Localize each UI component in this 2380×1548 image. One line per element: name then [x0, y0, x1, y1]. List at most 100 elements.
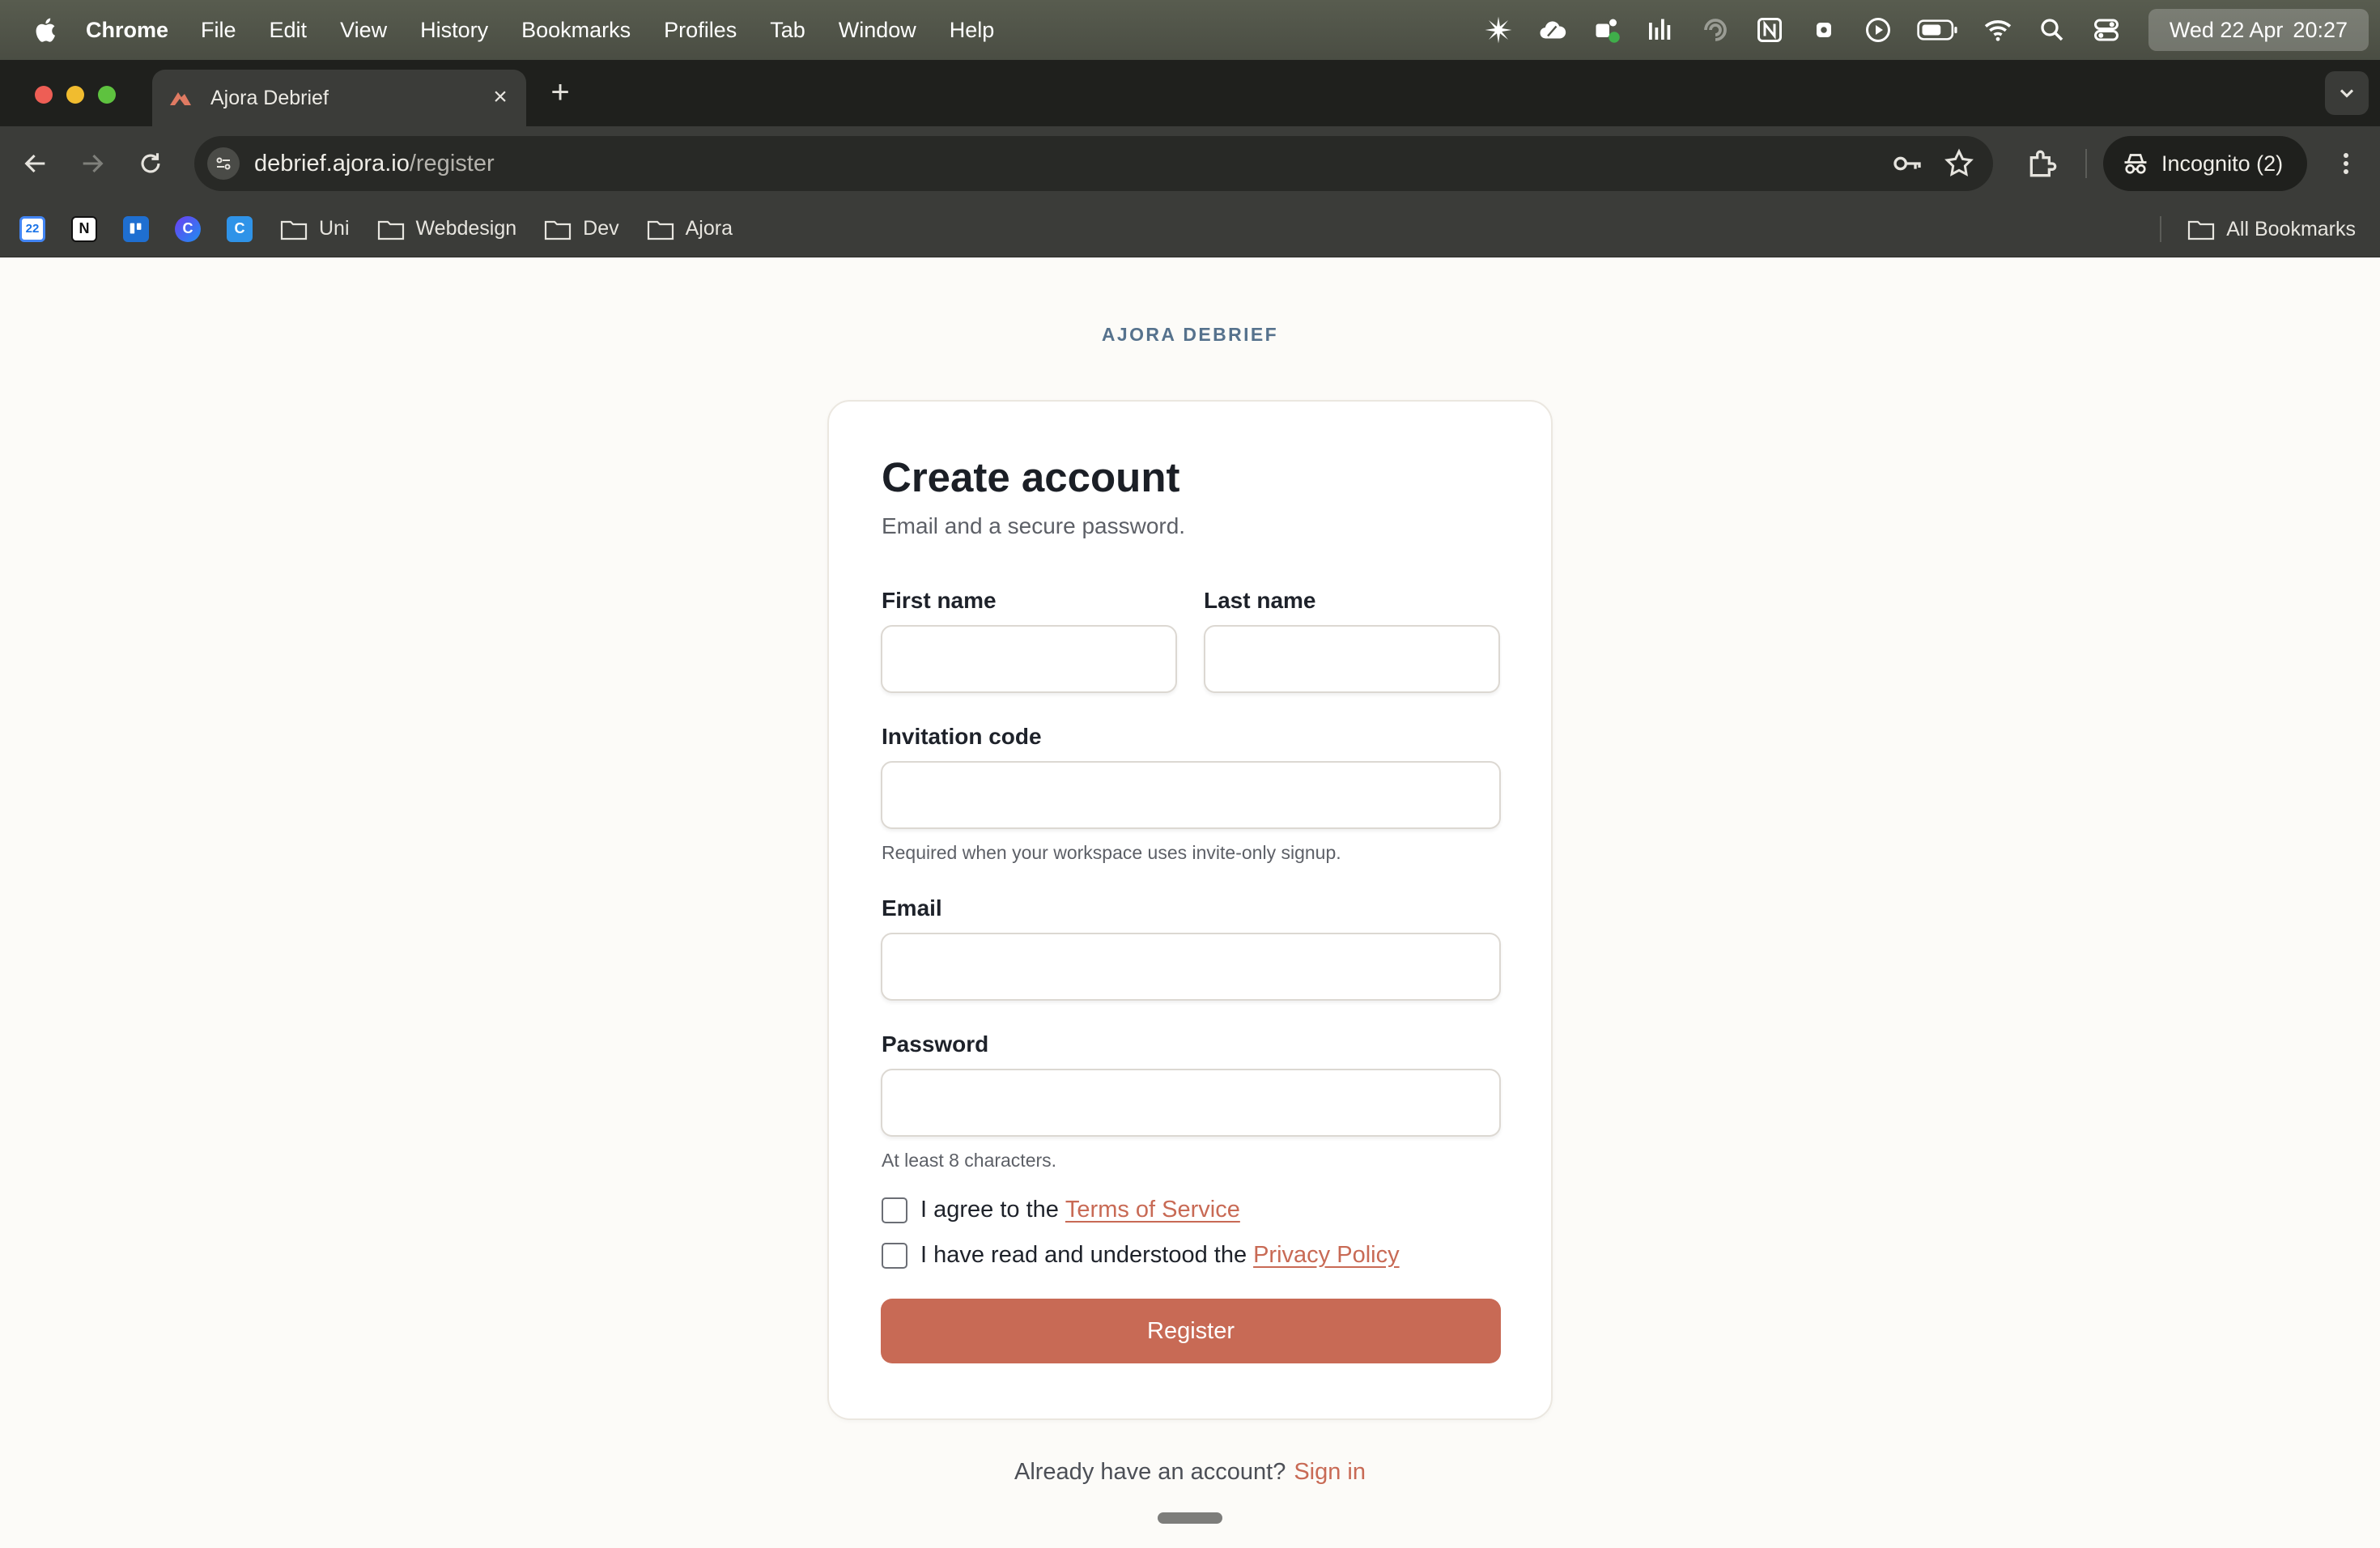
- more-vertical-icon: [2344, 153, 2348, 174]
- last-name-input[interactable]: [1204, 625, 1500, 693]
- toolbar-divider: [2085, 149, 2087, 178]
- address-bar[interactable]: debrief.ajora.io/register: [194, 136, 1993, 191]
- privacy-checkbox[interactable]: [882, 1242, 907, 1269]
- incognito-label: Incognito (2): [2161, 151, 2284, 176]
- folder-icon: [647, 220, 674, 240]
- spotlight-search-icon[interactable]: [2035, 15, 2069, 45]
- tab-search-button[interactable]: [2325, 71, 2369, 115]
- apple-logo-icon[interactable]: [32, 16, 57, 44]
- bookmark-folder-label: Ajora: [685, 217, 733, 240]
- window-zoom-button[interactable]: [98, 86, 116, 104]
- register-button[interactable]: Register: [881, 1299, 1501, 1363]
- ajora-favicon-icon: [170, 92, 191, 105]
- bookmark-folder-dev[interactable]: Dev: [544, 217, 619, 240]
- cloud-icon[interactable]: [1536, 15, 1570, 45]
- tab-close-icon[interactable]: ×: [489, 85, 512, 109]
- bookmark-notion-icon[interactable]: N: [71, 215, 97, 242]
- terms-checkbox[interactable]: [882, 1197, 907, 1223]
- menu-clock[interactable]: Wed 22 Apr 20:27: [2148, 9, 2369, 51]
- chevron-down-icon: [2340, 89, 2354, 98]
- forward-button[interactable]: [74, 146, 110, 181]
- folder-icon: [545, 220, 572, 240]
- signin-row: Already have an account? Sign in: [0, 1459, 2380, 1486]
- privacy-row: I have read and understood the Privacy P…: [882, 1242, 1400, 1269]
- menu-edit[interactable]: Edit: [270, 18, 308, 43]
- bookmark-folder-uni[interactable]: Uni: [280, 217, 350, 240]
- bookmarks-divider: [2160, 216, 2162, 242]
- first-name-label: First name: [882, 588, 997, 613]
- invitation-code-hint: Required when your workspace uses invite…: [882, 842, 1341, 863]
- chrome-menu-button[interactable]: [2331, 146, 2361, 181]
- new-tab-button[interactable]: +: [544, 76, 576, 108]
- url-host: debrief.ajora.io: [254, 150, 410, 176]
- email-label: Email: [882, 895, 942, 921]
- menu-history[interactable]: History: [420, 18, 488, 43]
- menu-file[interactable]: File: [201, 18, 236, 43]
- url-text[interactable]: debrief.ajora.io/register: [254, 151, 495, 177]
- window-minimize-button[interactable]: [66, 86, 84, 104]
- bookmark-canva-icon[interactable]: C: [227, 215, 253, 242]
- menu-bookmarks[interactable]: Bookmarks: [521, 18, 631, 43]
- menu-profiles[interactable]: Profiles: [664, 18, 737, 43]
- record-icon[interactable]: [1807, 15, 1841, 45]
- url-path: /register: [409, 150, 495, 176]
- menu-app-name[interactable]: Chrome: [86, 18, 168, 43]
- back-button[interactable]: [18, 146, 53, 181]
- invitation-code-label: Invitation code: [882, 724, 1042, 749]
- bookmark-star-icon[interactable]: [1943, 147, 1975, 180]
- folder-icon: [280, 220, 308, 240]
- bookmark-folder-label: Uni: [319, 217, 350, 240]
- reload-icon: [141, 153, 160, 173]
- privacy-text: I have read and understood the: [920, 1242, 1247, 1268]
- menu-tab[interactable]: Tab: [770, 18, 805, 43]
- bookmark-folder-ajora[interactable]: Ajora: [647, 217, 733, 240]
- site-settings-icon[interactable]: [207, 147, 240, 180]
- signin-link[interactable]: Sign in: [1294, 1459, 1366, 1485]
- all-bookmarks-button[interactable]: All Bookmarks: [2187, 218, 2356, 241]
- incognito-profile-button[interactable]: Incognito (2): [2103, 136, 2307, 191]
- audio-levels-icon[interactable]: [1644, 15, 1678, 45]
- password-key-icon[interactable]: [1891, 147, 1923, 180]
- menu-help[interactable]: Help: [950, 18, 995, 43]
- terms-text: I agree to the: [920, 1197, 1059, 1223]
- bookmark-folder-webdesign[interactable]: Webdesign: [377, 217, 517, 240]
- bookmark-c-app-icon[interactable]: C: [175, 215, 201, 242]
- terms-of-service-link[interactable]: Terms of Service: [1065, 1197, 1240, 1223]
- incognito-icon: [2124, 154, 2147, 174]
- arc-progress-icon[interactable]: [1698, 15, 1732, 45]
- bookmark-calendar-icon[interactable]: 22: [19, 215, 45, 242]
- menu-window[interactable]: Window: [839, 18, 916, 43]
- bookmark-trello-icon[interactable]: [123, 215, 149, 242]
- sparkle-icon[interactable]: [1481, 15, 1515, 45]
- password-label: Password: [882, 1031, 989, 1057]
- scroll-indicator[interactable]: [1158, 1512, 1222, 1524]
- teams-icon[interactable]: [1590, 15, 1624, 45]
- bookmark-folder-label: Webdesign: [415, 217, 517, 240]
- control-center-icon[interactable]: [2089, 15, 2123, 45]
- email-input[interactable]: [881, 933, 1501, 1001]
- battery-icon[interactable]: [1915, 15, 1961, 45]
- arrow-left-icon: [24, 154, 45, 173]
- page-title: Create account: [882, 454, 1180, 500]
- macos-menu-bar: Chrome File Edit View History Bookmarks …: [0, 0, 2380, 60]
- extensions-puzzle-icon[interactable]: [2025, 146, 2061, 181]
- browser-tab-active[interactable]: Ajora Debrief ×: [152, 70, 526, 126]
- tab-title: Ajora Debrief: [210, 86, 329, 109]
- play-icon[interactable]: [1861, 15, 1895, 45]
- signin-prompt: Already have an account?: [1014, 1459, 1286, 1485]
- password-hint: At least 8 characters.: [882, 1150, 1057, 1171]
- password-input[interactable]: [881, 1069, 1501, 1137]
- privacy-policy-link[interactable]: Privacy Policy: [1253, 1242, 1400, 1269]
- clock-date: Wed 22 Apr: [2169, 17, 2284, 42]
- register-card: Create account Email and a secure passwo…: [827, 400, 1553, 1420]
- folder-icon: [2188, 220, 2215, 240]
- notion-status-icon[interactable]: [1753, 15, 1787, 45]
- reload-button[interactable]: [133, 146, 168, 181]
- bookmark-folder-label: Dev: [583, 217, 619, 240]
- menu-view[interactable]: View: [340, 18, 387, 43]
- first-name-input[interactable]: [881, 625, 1177, 693]
- wifi-icon[interactable]: [1981, 15, 2015, 45]
- window-close-button[interactable]: [35, 86, 53, 104]
- invitation-code-input[interactable]: [881, 761, 1501, 829]
- arrow-right-icon: [83, 154, 104, 173]
